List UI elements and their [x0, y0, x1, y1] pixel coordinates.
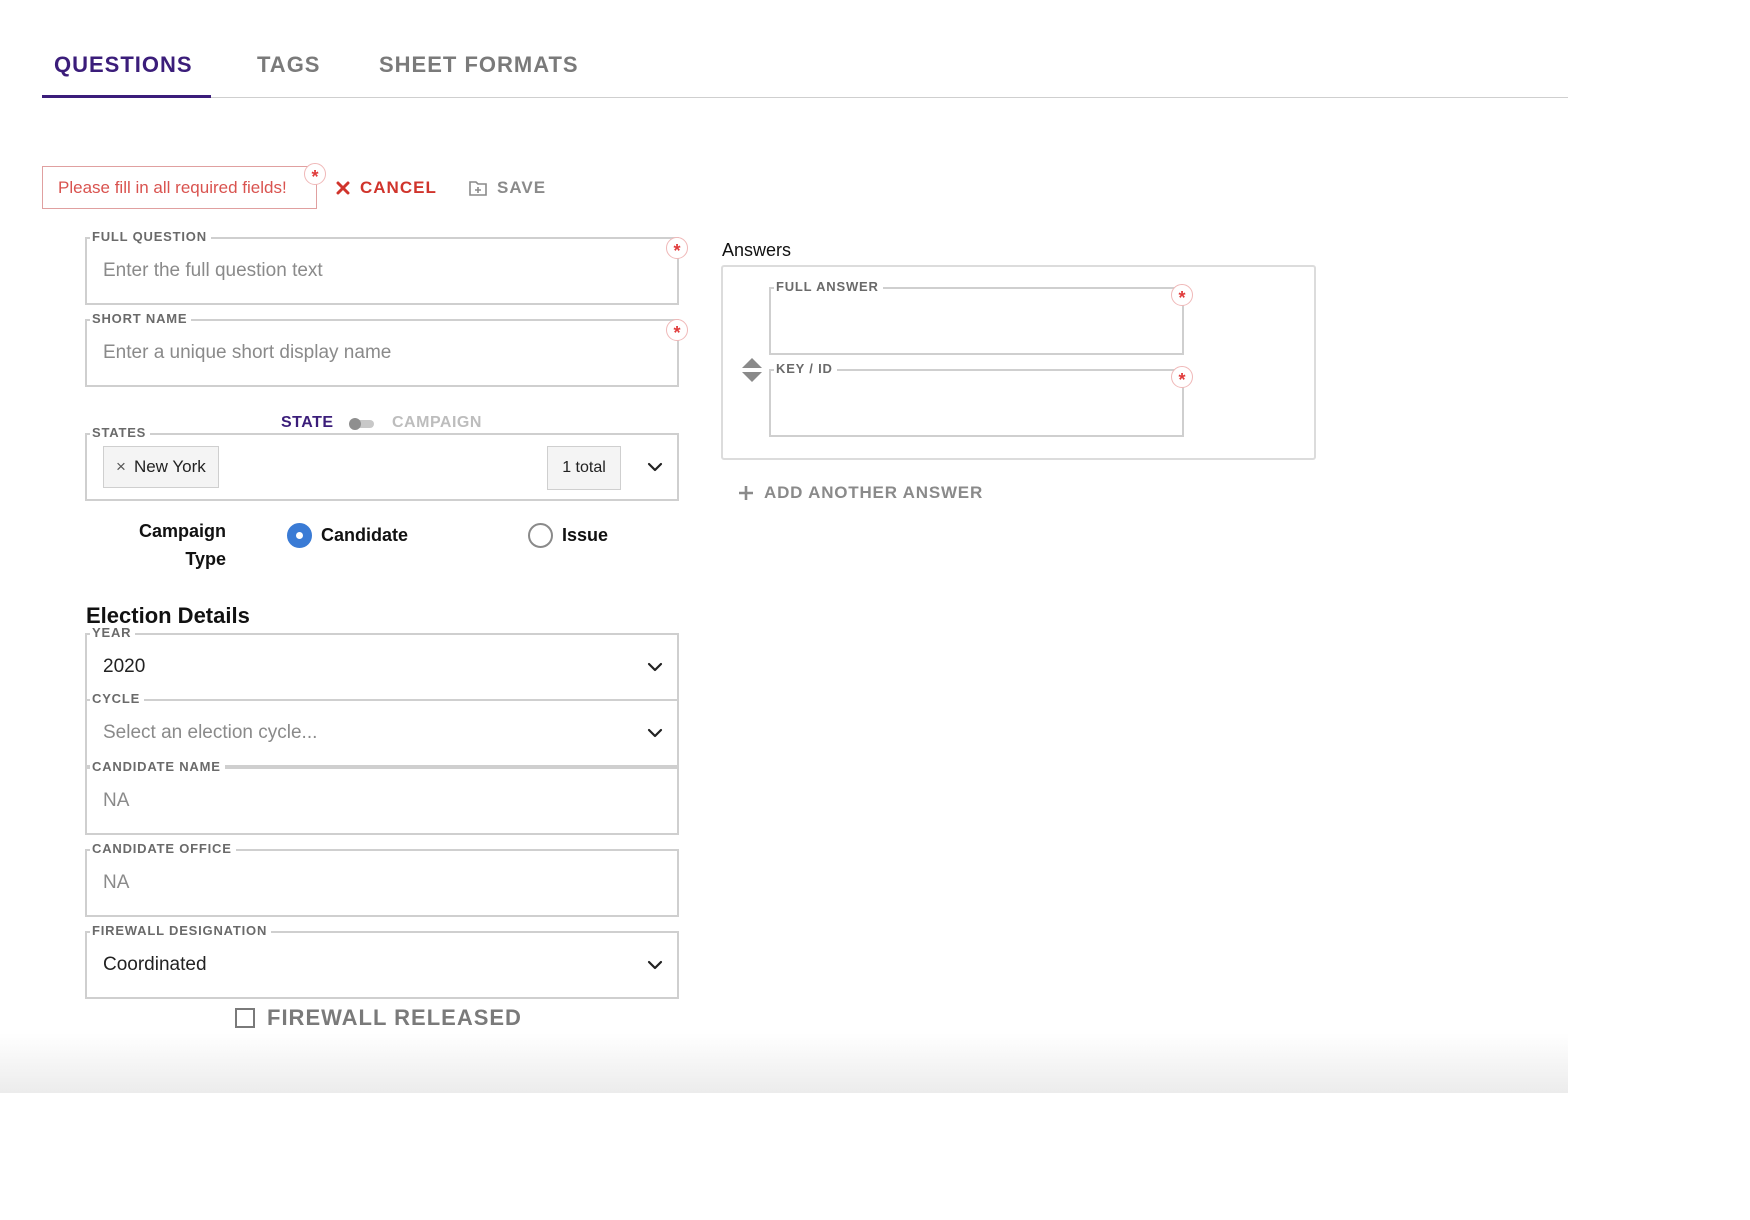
year-select[interactable]: YEAR 2020 — [85, 625, 679, 701]
campaign-type-label: Campaign Type — [138, 521, 226, 569]
toggle-knob — [349, 418, 361, 430]
firewall-designation-select[interactable]: FIREWALL DESIGNATION Coordinated — [85, 923, 679, 999]
chevron-down-icon — [647, 662, 663, 672]
full-question-placeholder: Enter the full question text — [103, 260, 323, 281]
state-chip[interactable]: × New York — [103, 446, 219, 488]
radio-issue-label: Issue — [562, 525, 609, 545]
firewall-designation-value: Coordinated — [103, 954, 207, 975]
year-label: YEAR — [90, 625, 136, 640]
short-name-placeholder: Enter a unique short display name — [103, 342, 392, 363]
radio-button-unchecked[interactable] — [528, 523, 553, 548]
states-label: STATES — [90, 425, 151, 440]
question-editor-page: QUESTIONS TAGS SHEET FORMATS Please fill… — [0, 0, 1568, 1093]
firewall-released-label: FIREWALL RELEASED — [267, 1005, 522, 1030]
short-name-label: SHORT NAME — [90, 311, 192, 326]
state-chip-label: New York — [133, 457, 206, 476]
validation-error-message: Please fill in all required fields! — [42, 166, 317, 209]
state-campaign-toggle[interactable] — [349, 418, 374, 430]
chevron-down-icon — [647, 728, 663, 738]
candidate-office-label: CANDIDATE OFFICE — [90, 841, 236, 856]
key-id-label: KEY / ID — [774, 361, 837, 376]
answers-heading: Answers — [722, 240, 792, 260]
key-id-field[interactable]: KEY / ID — [769, 361, 1184, 437]
plus-icon — [739, 486, 753, 500]
campaign-toggle-option[interactable]: CAMPAIGN — [392, 414, 482, 432]
save-button[interactable]: SAVE — [469, 178, 546, 198]
selected-total-count: 1 total — [547, 446, 621, 490]
required-marker: * — [1171, 284, 1193, 308]
short-name-field[interactable]: SHORT NAME Enter a unique short display … — [85, 311, 679, 387]
tab-bar: QUESTIONS TAGS SHEET FORMATS — [42, 40, 1568, 98]
radio-issue[interactable]: Issue — [528, 523, 608, 548]
sort-handle-icon[interactable] — [741, 357, 763, 383]
candidate-name-value: NA — [103, 790, 130, 811]
chevron-down-icon[interactable] — [647, 462, 663, 472]
bottom-shadow — [0, 1033, 1568, 1093]
cycle-placeholder: Select an election cycle... — [103, 722, 318, 743]
candidate-name-label: CANDIDATE NAME — [90, 759, 225, 774]
add-another-answer-label: ADD ANOTHER ANSWER — [764, 483, 984, 502]
close-icon — [336, 181, 350, 195]
save-label: SAVE — [497, 178, 547, 197]
tab-sheet-formats[interactable]: SHEET FORMATS — [379, 52, 579, 78]
full-question-field[interactable]: FULL QUESTION Enter the full question te… — [85, 229, 679, 305]
folder-add-icon — [469, 181, 487, 196]
candidate-name-field[interactable]: CANDIDATE NAME NA — [85, 759, 679, 835]
candidate-office-field[interactable]: CANDIDATE OFFICE NA — [85, 841, 679, 917]
candidate-office-value: NA — [103, 872, 130, 893]
cancel-label: CANCEL — [360, 178, 437, 197]
tab-tags[interactable]: TAGS — [257, 52, 320, 78]
states-multiselect[interactable]: STATES × New York 1 total — [85, 425, 679, 501]
year-value: 2020 — [103, 656, 146, 677]
radio-candidate-label: Candidate — [321, 525, 409, 545]
cycle-label: CYCLE — [90, 691, 145, 706]
chip-remove-icon[interactable]: × — [116, 457, 126, 477]
radio-button-checked[interactable] — [287, 523, 312, 548]
active-tab-indicator — [42, 95, 211, 98]
firewall-released-checkbox[interactable] — [235, 1008, 255, 1028]
radio-candidate[interactable]: Candidate — [287, 523, 408, 548]
full-answer-field[interactable]: FULL ANSWER — [769, 279, 1184, 355]
required-marker: * — [666, 237, 688, 261]
required-marker: * — [666, 319, 688, 343]
add-another-answer-button[interactable]: ADD ANOTHER ANSWER — [738, 483, 983, 503]
firewall-designation-label: FIREWALL DESIGNATION — [90, 923, 272, 938]
cycle-select[interactable]: CYCLE Select an election cycle... — [85, 691, 679, 767]
required-marker: * — [1171, 366, 1193, 390]
state-toggle-option[interactable]: STATE — [281, 414, 334, 432]
firewall-released-checkbox-row[interactable]: FIREWALL RELEASED — [235, 1005, 522, 1031]
full-question-label: FULL QUESTION — [90, 229, 211, 244]
chevron-down-icon — [647, 960, 663, 970]
tab-questions[interactable]: QUESTIONS — [54, 52, 193, 78]
required-marker: * — [304, 163, 326, 187]
cancel-button[interactable]: CANCEL — [336, 178, 437, 198]
full-answer-label: FULL ANSWER — [774, 279, 883, 294]
